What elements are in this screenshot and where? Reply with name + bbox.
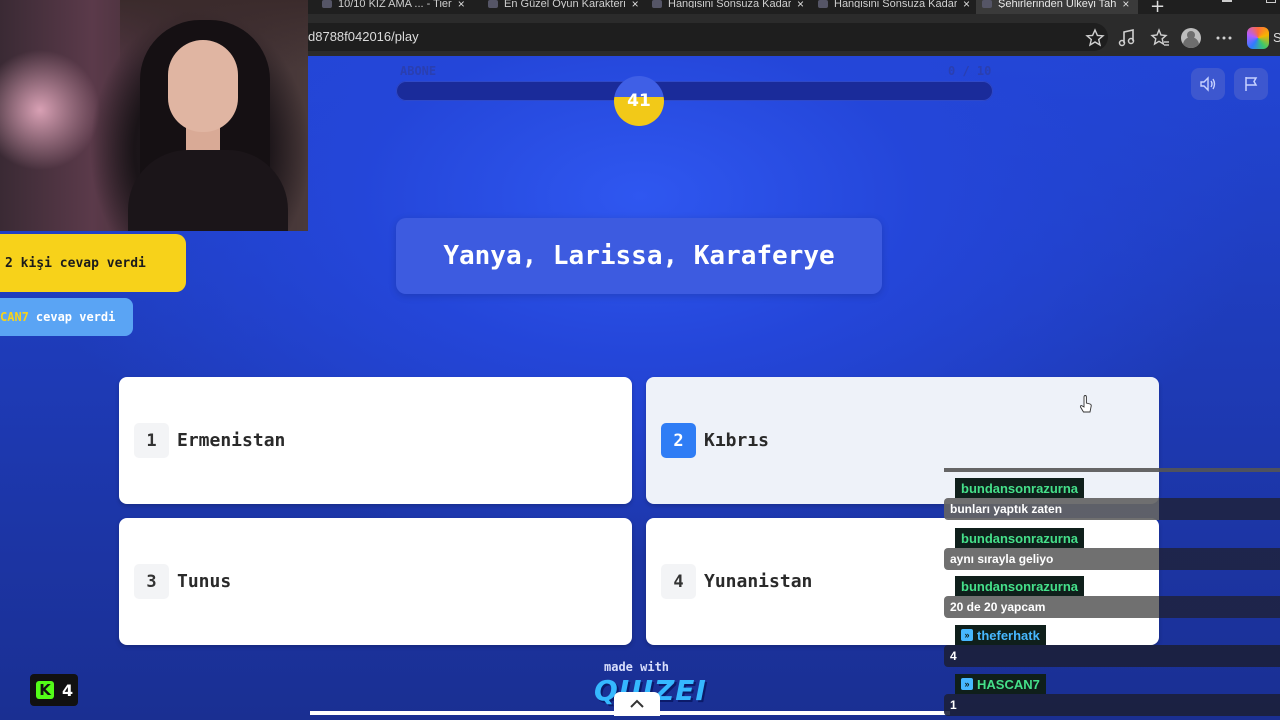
star-icon[interactable] — [1085, 28, 1105, 48]
tab-close-icon[interactable]: × — [458, 0, 465, 10]
chat-username-text: theferhatk — [977, 627, 1040, 643]
chat-text: bunları yaptık zaten — [944, 498, 1280, 520]
viewer-badge: K 4 — [30, 674, 78, 706]
chat-text: 4 — [944, 645, 1280, 667]
speaker-icon — [1200, 76, 1216, 92]
streamer-body — [128, 150, 288, 231]
tab-favicon-icon — [818, 0, 828, 8]
answer-label: Kıbrıs — [704, 430, 770, 451]
answered-username: CAN7 — [0, 310, 29, 324]
maximize-icon[interactable] — [1266, 0, 1276, 3]
viewer-count: 4 — [62, 680, 74, 700]
question-card: Yanya, Larissa, Karaferye — [396, 218, 882, 294]
answer-option-1[interactable]: 1 Ermenistan — [119, 377, 632, 504]
made-with-label: made with — [604, 660, 670, 674]
browser-tab[interactable]: Hangisini Sonsuza Kadar × — [652, 0, 804, 14]
chat-overlay: bundansonrazurna bunları yaptık zaten bu… — [944, 468, 1280, 720]
report-button[interactable] — [1234, 68, 1268, 100]
music-icon[interactable] — [1117, 28, 1137, 48]
answer-option-3[interactable]: 3 Tunus — [119, 518, 632, 645]
chat-text: 1 — [944, 694, 1280, 716]
chat-badge-icon: » — [961, 678, 973, 690]
chat-text: aynı sırayla geliyo — [944, 548, 1280, 570]
tab-close-icon[interactable]: × — [632, 0, 639, 10]
answered-count-banner: 2 kişi cevap verdi — [0, 234, 186, 292]
tab-title: Hangisini Sonsuza Kadar — [668, 0, 791, 8]
answer-number: 4 — [661, 564, 696, 599]
chevron-up-icon — [630, 699, 644, 708]
browser-tab[interactable]: En Güzel Oyun Karakteri × — [488, 0, 640, 14]
tab-title: En Güzel Oyun Karakteri — [504, 0, 626, 8]
tab-favicon-icon — [488, 0, 498, 8]
favorites-icon[interactable] — [1150, 28, 1170, 48]
browser-tab[interactable]: Hangisini Sonsuza Kadar × — [818, 0, 970, 14]
answer-number: 1 — [134, 423, 169, 458]
webcam-feed — [0, 0, 308, 231]
copilot-icon[interactable] — [1247, 27, 1269, 49]
answer-label: Ermenistan — [177, 430, 286, 451]
kick-logo-icon: K — [36, 681, 54, 699]
chat-text: 20 de 20 yapcam — [944, 596, 1280, 618]
tab-title: 10/10 KIZ AMA ... - Tier — [338, 0, 452, 8]
scroll-up-button[interactable] — [614, 692, 660, 716]
sound-button[interactable] — [1191, 68, 1225, 100]
new-tab-icon[interactable]: + — [1150, 0, 1165, 14]
answer-number: 3 — [134, 564, 169, 599]
answered-suffix: cevap verdi — [35, 310, 116, 324]
tab-close-icon[interactable]: × — [1122, 0, 1129, 10]
browser-tab-active[interactable]: Şehirlerinden Ülkeyi Tah × — [976, 0, 1138, 14]
tab-favicon-icon — [652, 0, 662, 8]
tab-title: Şehirlerinden Ülkeyi Tah — [998, 0, 1117, 8]
countdown-timer: 41 — [614, 76, 664, 126]
chat-username: » theferhatk — [955, 625, 1046, 645]
chat-username-text: HASCAN7 — [977, 676, 1040, 692]
hand-cursor-icon — [1079, 395, 1092, 413]
flag-icon — [1245, 77, 1258, 91]
url-text[interactable]: d8788f042016/play — [308, 29, 419, 44]
chat-username: bundansonrazurna — [955, 576, 1085, 596]
minimize-icon[interactable] — [1222, 0, 1232, 2]
browser-tab[interactable]: 10/10 KIZ AMA ... - Tier × — [322, 0, 472, 14]
answer-number: 2 — [661, 423, 696, 458]
progress-bar — [396, 81, 993, 101]
streamer-face — [168, 40, 238, 132]
sidebar-label-partial: S — [1273, 30, 1280, 45]
profile-icon[interactable] — [1181, 28, 1201, 48]
tab-favicon-icon — [322, 0, 332, 8]
chat-username: bundansonrazurna — [955, 528, 1085, 548]
chat-username: » HASCAN7 — [955, 674, 1046, 694]
chat-badge-icon: » — [961, 629, 973, 641]
chat-username: bundansonrazurna — [955, 478, 1085, 498]
tab-close-icon[interactable]: × — [797, 0, 804, 10]
tab-title: Hangisini Sonsuza Kadar — [834, 0, 957, 8]
answer-label: Yunanistan — [704, 571, 813, 592]
progress-count: 0 / 10 — [948, 64, 992, 78]
answered-user-banner: CAN7 cevap verdi — [0, 298, 133, 336]
chat-divider — [944, 468, 1280, 472]
tab-close-icon[interactable]: × — [963, 0, 970, 10]
more-icon[interactable] — [1214, 28, 1234, 48]
progress-left-label: ABONE — [400, 64, 437, 78]
tab-favicon-icon — [982, 0, 992, 8]
answer-label: Tunus — [177, 571, 232, 592]
